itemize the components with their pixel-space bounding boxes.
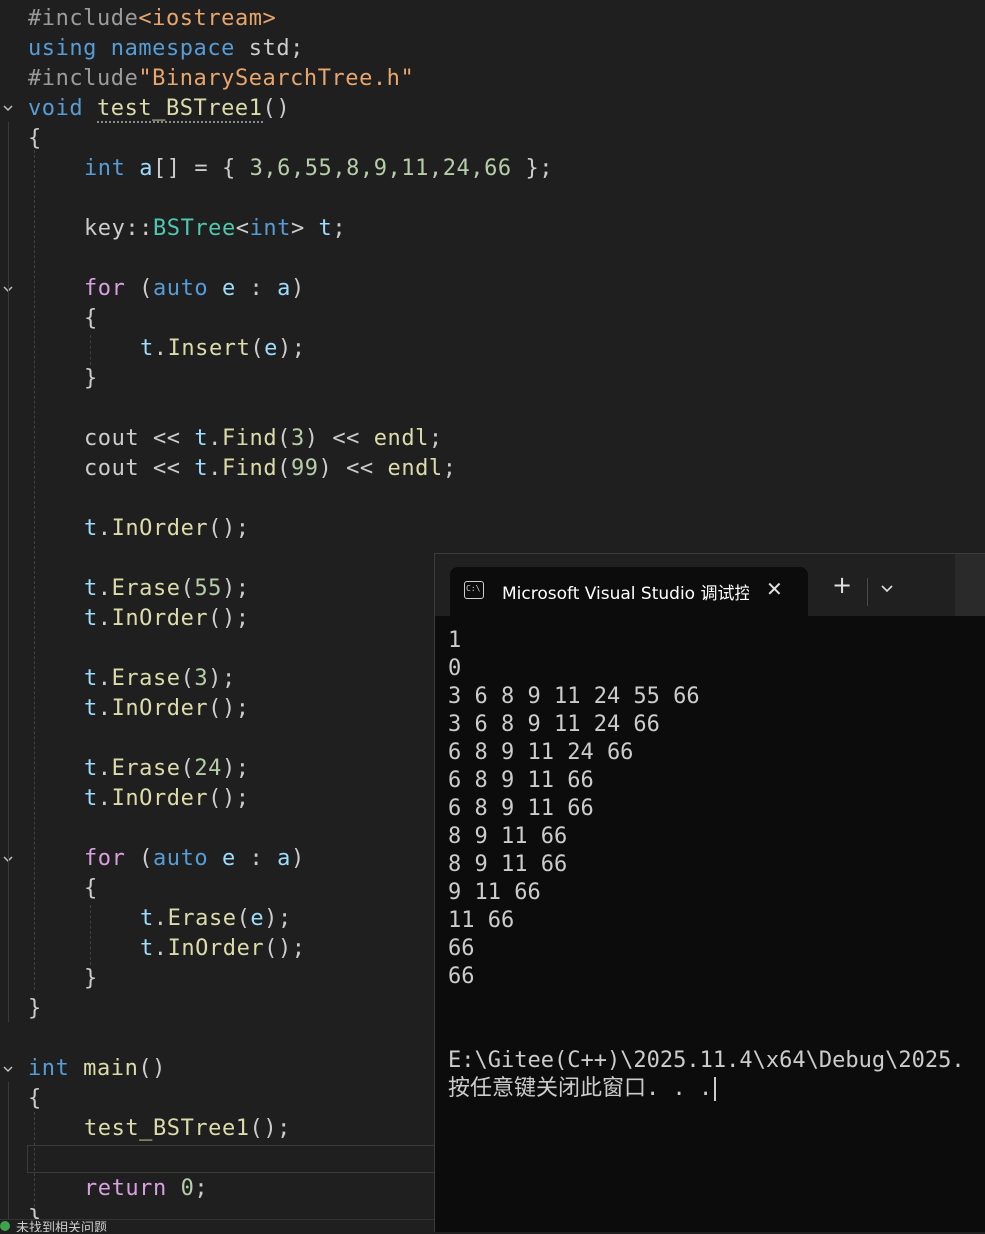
fold-region-bar bbox=[8, 1082, 9, 1232]
window-controls-area[interactable] bbox=[955, 554, 985, 616]
code-line: t.InOrder(); bbox=[84, 606, 250, 631]
console-output-line: 9 11 66 bbox=[448, 880, 541, 905]
console-output-line: 66 bbox=[448, 936, 475, 961]
code-line: cout << t.Find(99) << endl; bbox=[84, 456, 457, 481]
fold-region-bar bbox=[8, 122, 9, 1022]
code-line: { bbox=[28, 126, 42, 151]
console-output-line: 8 9 11 66 bbox=[448, 852, 568, 877]
fold-chevron-icon[interactable] bbox=[2, 102, 14, 114]
check-circle-icon bbox=[0, 1221, 10, 1231]
console-output-line: 0 bbox=[448, 656, 462, 681]
console-output-line: 1 bbox=[448, 628, 462, 653]
code-line: t.Insert(e); bbox=[140, 336, 306, 361]
console-output-line: 6 8 9 11 66 bbox=[448, 768, 594, 793]
code-line: cout << t.Find(3) << endl; bbox=[84, 426, 443, 451]
code-line: t.InOrder(); bbox=[84, 786, 250, 811]
editor-status-bar: 未找到相关问题 bbox=[0, 1219, 434, 1232]
code-line: int a[] = { 3,6,55,8,9,11,24,66 }; bbox=[84, 156, 554, 181]
code-line: t.InOrder(); bbox=[140, 936, 306, 961]
console-output-line: 8 9 11 66 bbox=[448, 824, 568, 849]
code-line: key::BSTree<int> t; bbox=[84, 216, 347, 241]
current-line-highlight bbox=[27, 1145, 469, 1173]
console-output-line: 6 8 9 11 24 66 bbox=[448, 740, 634, 765]
indent-guide bbox=[34, 150, 35, 990]
code-line: } bbox=[84, 366, 98, 391]
code-line: } bbox=[28, 996, 42, 1021]
console-prompt-text: 按任意键关闭此窗口. . . bbox=[448, 1076, 713, 1101]
console-output-line: 6 8 9 11 66 bbox=[448, 796, 594, 821]
fold-chevron-icon[interactable] bbox=[2, 1063, 14, 1075]
debug-console-window[interactable]: Microsoft Visual Studio 调试控 ✕ + 1 0 3 6 … bbox=[434, 553, 985, 1232]
code-line: void test_BSTree1() bbox=[28, 96, 291, 123]
code-line: #include"BinarySearchTree.h" bbox=[28, 66, 415, 91]
code-line: t.Erase(e); bbox=[140, 906, 292, 931]
code-line: #include<iostream> bbox=[28, 6, 277, 31]
code-line: using namespace std; bbox=[28, 36, 304, 61]
code-line: test_BSTree1(); bbox=[84, 1116, 291, 1141]
console-output-line: 11 66 bbox=[448, 908, 515, 933]
code-line: { bbox=[84, 306, 98, 331]
code-line: t.InOrder(); bbox=[84, 516, 250, 541]
code-line: t.Erase(24); bbox=[84, 756, 250, 781]
console-output-line: 3 6 8 9 11 24 66 bbox=[448, 712, 660, 737]
code-line: { bbox=[84, 876, 98, 901]
console-titlebar[interactable]: Microsoft Visual Studio 调试控 ✕ + bbox=[435, 554, 985, 616]
code-line: t.InOrder(); bbox=[84, 696, 250, 721]
code-line: t.Erase(3); bbox=[84, 666, 236, 691]
indent-guide bbox=[90, 335, 91, 365]
code-line: for (auto e : a) bbox=[84, 846, 305, 871]
chevron-down-icon[interactable] bbox=[881, 585, 893, 593]
new-tab-plus-icon[interactable]: + bbox=[832, 573, 852, 597]
code-line: for (auto e : a) bbox=[84, 276, 305, 301]
code-line: return 0; bbox=[84, 1176, 209, 1201]
tab-separator bbox=[867, 578, 868, 606]
status-message[interactable]: 未找到相关问题 bbox=[16, 1220, 107, 1232]
code-line: t.Erase(55); bbox=[84, 576, 250, 601]
code-line: { bbox=[28, 1086, 42, 1111]
console-output-line: 66 bbox=[448, 964, 475, 989]
code-line: } bbox=[84, 966, 98, 991]
terminal-icon bbox=[464, 581, 484, 599]
console-output-line: 3 6 8 9 11 24 55 66 bbox=[448, 684, 700, 709]
console-exit-path: E:\Gitee(C++)\2025.11.4\x64\Debug\2025. bbox=[448, 1048, 965, 1073]
indent-guide bbox=[90, 905, 91, 965]
close-tab-icon[interactable]: ✕ bbox=[766, 577, 783, 601]
code-line: int main() bbox=[28, 1056, 166, 1081]
console-tab-title: Microsoft Visual Studio 调试控 bbox=[502, 584, 749, 604]
console-tab[interactable]: Microsoft Visual Studio 调试控 ✕ bbox=[450, 567, 808, 616]
console-prompt: 按任意键关闭此窗口. . . bbox=[448, 1075, 717, 1103]
text-cursor bbox=[714, 1077, 717, 1101]
